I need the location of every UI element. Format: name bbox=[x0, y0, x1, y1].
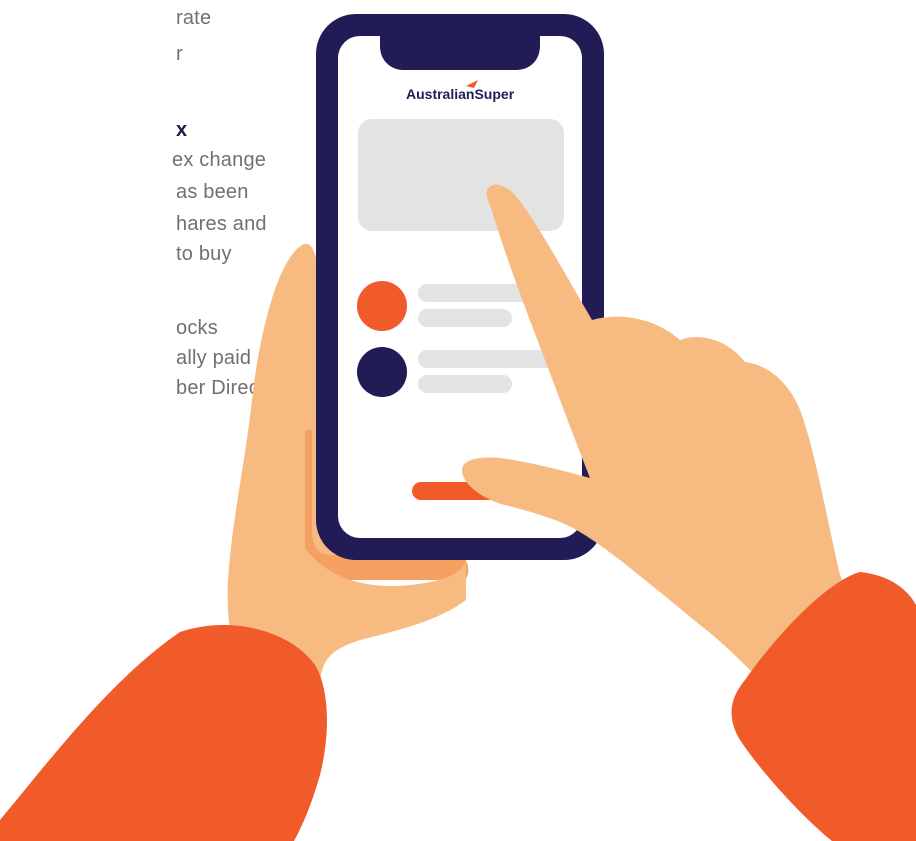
list-item-line bbox=[418, 350, 558, 368]
page-number: 19 bbox=[783, 821, 801, 838]
phone-in-hands-illustration: AustralianSuper bbox=[0, 14, 916, 841]
list-item-dot-navy bbox=[357, 347, 407, 397]
page: rate r x ex change as been hares and to … bbox=[0, 0, 916, 841]
brand-logo: AustralianSuper bbox=[406, 86, 515, 102]
placeholder-banner bbox=[358, 119, 564, 231]
list-item-line bbox=[418, 375, 512, 393]
phone-notch bbox=[380, 30, 540, 70]
list-item-dot-orange bbox=[357, 281, 407, 331]
list-item-line bbox=[418, 309, 512, 327]
left-sleeve bbox=[0, 624, 327, 841]
